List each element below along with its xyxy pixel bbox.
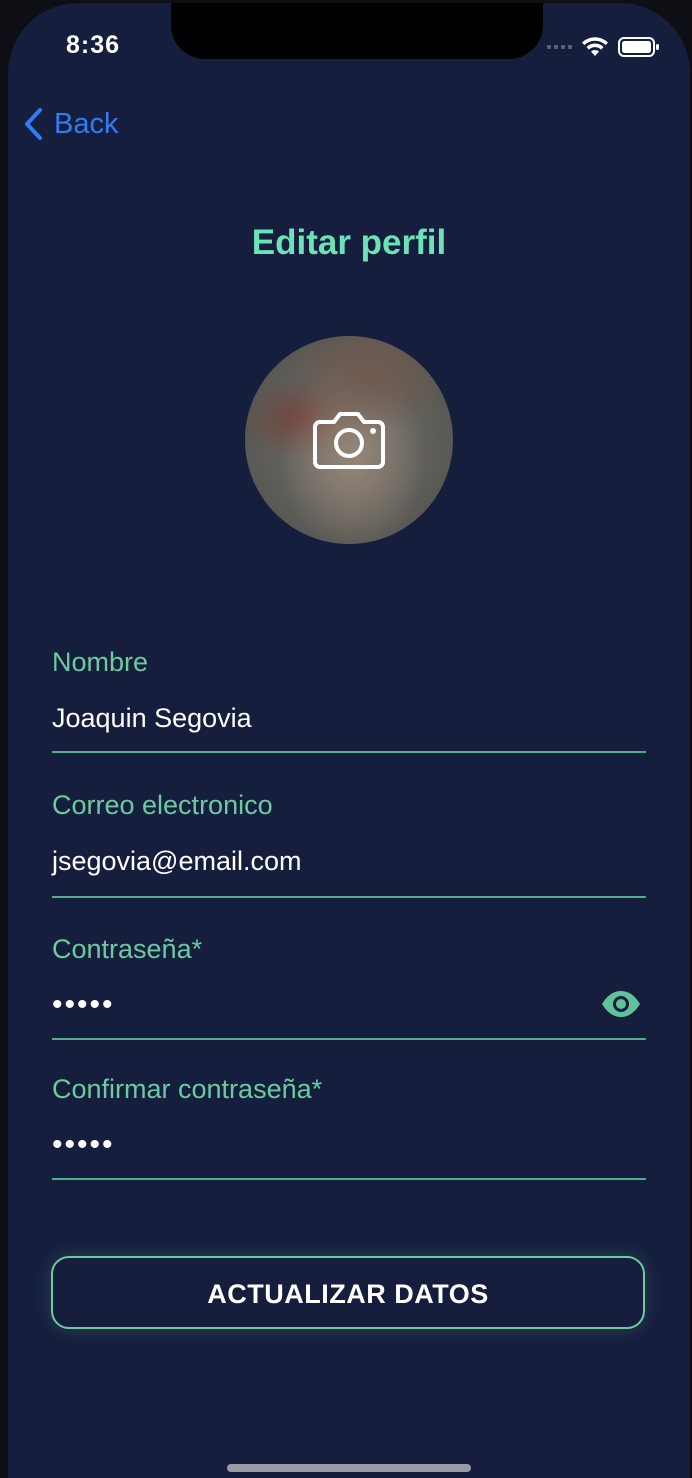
battery-icon: [618, 37, 659, 57]
back-button[interactable]: Back: [22, 107, 118, 141]
wifi-icon: [582, 37, 608, 56]
email-input[interactable]: jsegovia@email.com: [52, 844, 646, 878]
password-underline: [52, 1038, 646, 1040]
device-frame: 8:36 Back Editar perfil Nombre Joaquin S…: [0, 0, 692, 1478]
name-underline: [52, 751, 646, 753]
confirm-password-input[interactable]: •••••: [52, 1128, 646, 1162]
name-field: Nombre Joaquin Segovia: [52, 645, 646, 753]
password-label: Contraseña*: [52, 934, 203, 964]
eye-icon[interactable]: [600, 990, 642, 1018]
confirm-password-underline: [52, 1178, 646, 1180]
update-data-button[interactable]: ACTUALIZAR DATOS: [51, 1256, 645, 1329]
avatar-photo-button[interactable]: [245, 336, 453, 544]
chevron-left-icon: [25, 108, 42, 140]
password-input[interactable]: •••••: [52, 988, 646, 1022]
name-input[interactable]: Joaquin Segovia: [52, 701, 646, 735]
camera-icon: [313, 412, 385, 469]
email-underline: [52, 896, 646, 898]
name-label: Nombre: [52, 647, 149, 677]
email-label: Correo electronico: [52, 790, 273, 820]
notch: [171, 3, 543, 59]
password-field: Contraseña* •••••: [52, 932, 646, 1040]
email-field: Correo electronico jsegovia@email.com: [52, 788, 646, 898]
status-time: 8:36: [66, 31, 121, 59]
page-title: Editar perfil: [251, 223, 447, 262]
back-label: Back: [54, 107, 119, 140]
home-indicator: [227, 1464, 471, 1472]
cellular-signal-icon: [547, 45, 572, 49]
app-screen: 8:36 Back Editar perfil Nombre Joaquin S…: [8, 3, 690, 1478]
status-icons: [547, 36, 660, 58]
confirm-password-field: Confirmar contraseña* •••••: [52, 1072, 646, 1180]
confirm-password-label: Confirmar contraseña*: [52, 1074, 323, 1104]
